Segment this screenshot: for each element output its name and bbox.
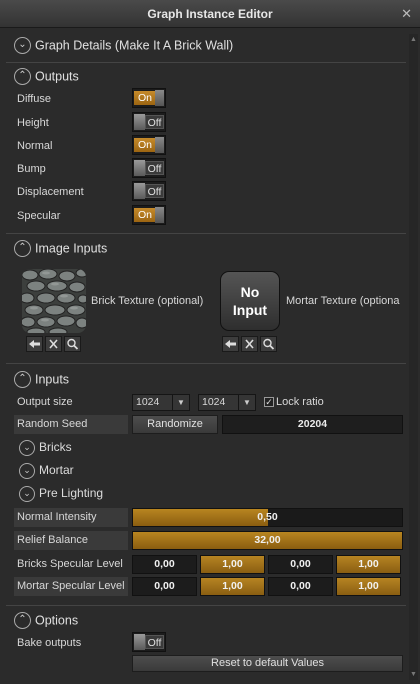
chevron-down-icon[interactable]: ⌄ [19,440,35,456]
mortar-specular-label: Mortar Specular Level [14,577,128,596]
mortar-browse-button[interactable] [260,336,277,352]
mortar-clear-button[interactable] [241,336,258,352]
normal-toggle[interactable]: On [132,135,166,155]
brick-texture-thumbnail[interactable] [22,269,86,333]
section-options[interactable]: ⌃ Options [14,612,78,630]
chevron-down-icon[interactable]: ⌄ [14,37,31,54]
relief-balance-slider[interactable]: 32,00 [132,531,403,550]
divider [6,62,406,63]
window-title: Graph Instance Editor [147,7,273,21]
scrollbar[interactable]: ▲ ▼ [409,34,418,680]
chevron-up-icon[interactable]: ⌃ [14,240,31,257]
bake-outputs-label: Bake outputs [17,637,82,649]
scroll-up-icon[interactable]: ▲ [409,36,418,43]
group-pre-lighting[interactable]: ⌄ Pre Lighting [19,486,103,502]
brick-texture-label: Brick Texture (optional) [91,295,204,307]
diffuse-toggle[interactable]: On [132,88,166,108]
brick-assign-button[interactable] [26,336,43,352]
mortar-specular-value[interactable]: 1,00 [336,577,401,596]
brick-clear-button[interactable] [45,336,62,352]
random-seed-label: Random Seed [14,415,128,434]
output-label: Normal [17,140,53,152]
output-label: Diffuse [17,93,52,105]
displacement-toggle[interactable]: Off [132,181,166,201]
output-label: Displacement [17,186,84,198]
section-image-inputs[interactable]: ⌃ Image Inputs [14,240,107,258]
mortar-specular-value[interactable]: 0,00 [268,577,333,596]
height-toggle[interactable]: Off [132,112,166,132]
section-graph-details[interactable]: ⌄ Graph Details (Make It A Brick Wall) [14,37,233,55]
mortar-texture-placeholder[interactable]: No Input [220,271,280,331]
chevron-up-icon[interactable]: ⌃ [14,68,31,85]
chevron-up-icon[interactable]: ⌃ [14,371,31,388]
bricks-specular-value[interactable]: 1,00 [336,555,401,574]
output-size-label: Output size [17,396,73,408]
mortar-assign-button[interactable] [222,336,239,352]
magnifier-icon [67,338,79,350]
chevron-down-icon[interactable]: ⌄ [19,463,35,479]
divider [6,363,406,364]
bump-toggle[interactable]: Off [132,158,166,178]
scroll-down-icon[interactable]: ▼ [409,671,418,678]
reset-defaults-button[interactable]: Reset to default Values [132,655,403,672]
dropdown-arrow-icon: ▼ [172,395,189,410]
divider [6,233,406,234]
bricks-specular-label: Bricks Specular Level [17,558,123,570]
mortar-specular-value[interactable]: 1,00 [200,577,265,596]
chevron-up-icon[interactable]: ⌃ [14,612,31,629]
window-titlebar: Graph Instance Editor ✕ [0,0,420,28]
relief-balance-label: Relief Balance [14,531,128,550]
output-label: Height [17,117,49,129]
bricks-specular-value[interactable]: 0,00 [132,555,197,574]
output-width-select[interactable]: 1024 ▼ [132,394,190,411]
specular-toggle[interactable]: On [132,205,166,225]
random-seed-field[interactable]: 20204 [222,415,403,434]
chevron-down-icon[interactable]: ⌄ [19,486,35,502]
group-mortar[interactable]: ⌄ Mortar [19,463,74,479]
normal-intensity-slider[interactable]: 0,50 [132,508,403,527]
bricks-specular-value[interactable]: 0,00 [268,555,333,574]
mortar-texture-label: Mortar Texture (optiona [286,295,400,307]
output-label: Bump [17,163,46,175]
bricks-specular-value[interactable]: 1,00 [200,555,265,574]
group-bricks[interactable]: ⌄ Bricks [19,440,72,456]
close-icon[interactable]: ✕ [401,0,412,28]
divider [6,605,406,606]
lock-ratio-label: Lock ratio [276,396,324,408]
arrow-left-icon [225,340,236,348]
output-label: Specular [17,210,61,222]
lock-ratio-checkbox[interactable]: ✓ [264,397,274,407]
magnifier-icon [263,338,275,350]
dropdown-arrow-icon: ▼ [238,395,255,410]
clear-x-icon [49,339,58,349]
brick-browse-button[interactable] [64,336,81,352]
clear-x-icon [245,339,254,349]
mortar-specular-value[interactable]: 0,00 [132,577,197,596]
randomize-button[interactable]: Randomize [132,415,218,434]
output-height-select[interactable]: 1024 ▼ [198,394,256,411]
arrow-left-icon [29,340,40,348]
section-inputs[interactable]: ⌃ Inputs [14,371,69,389]
section-outputs[interactable]: ⌃ Outputs [14,68,79,86]
bake-outputs-toggle[interactable]: Off [132,632,166,652]
normal-intensity-label: Normal Intensity [14,508,128,527]
